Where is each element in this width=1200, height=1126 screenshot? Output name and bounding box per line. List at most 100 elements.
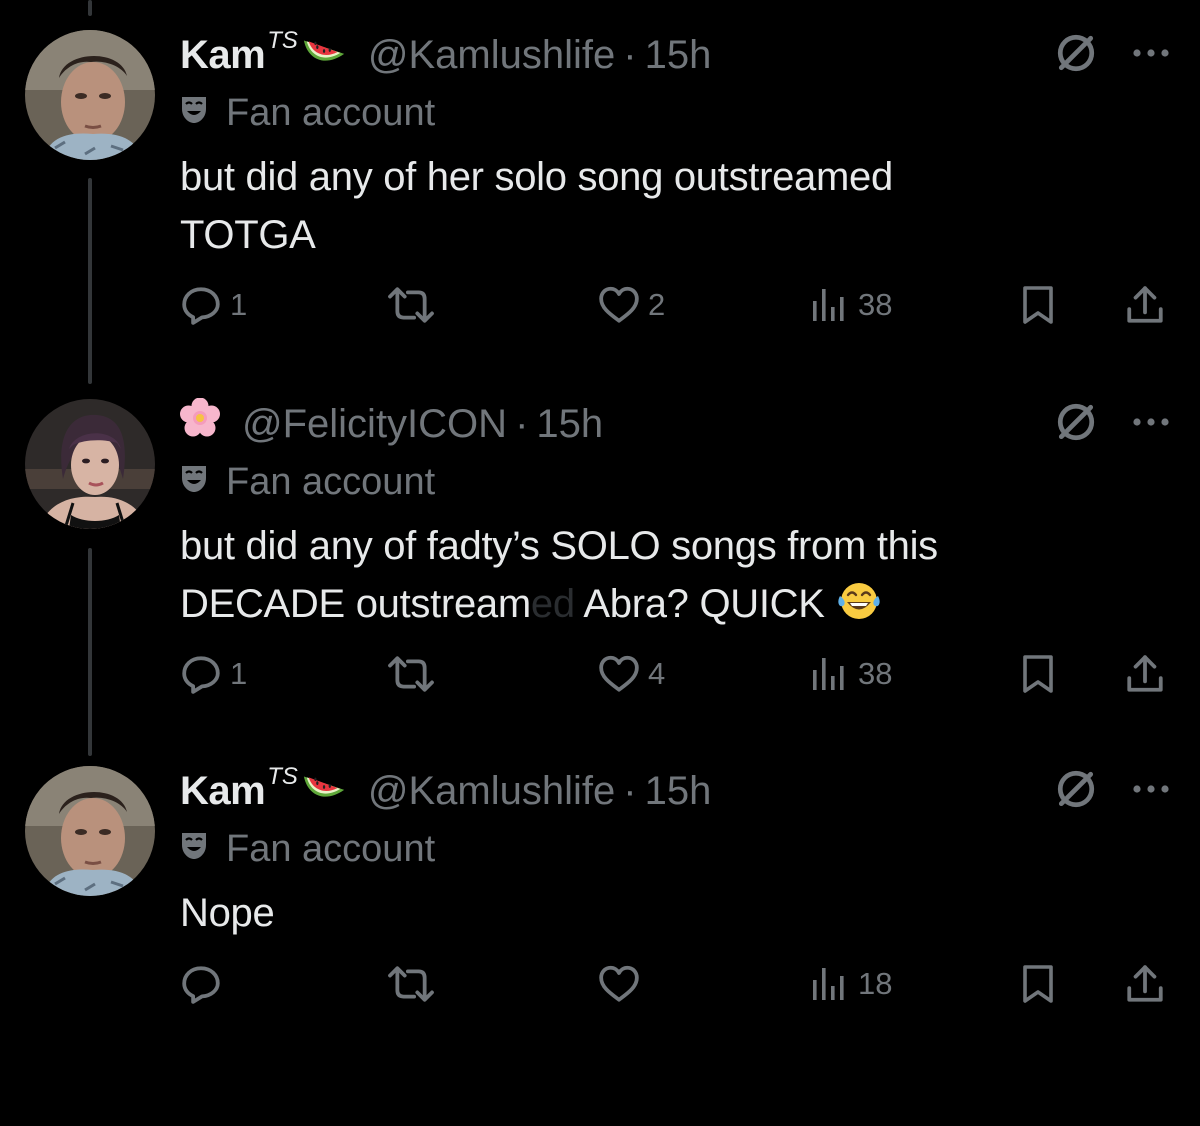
reply-button[interactable]: 1 [180, 280, 247, 330]
theater-mask-icon [180, 461, 208, 504]
avatar-felicity[interactable] [25, 399, 155, 529]
reply-count: 1 [230, 656, 248, 691]
share-button[interactable] [1124, 649, 1166, 699]
badge-label: Fan account [226, 827, 436, 870]
display-name-suffix: TS [267, 763, 298, 790]
theater-mask-icon [180, 828, 208, 871]
tweet-text-segment: Abra? QUICK [574, 582, 825, 626]
repost-icon [385, 284, 437, 326]
bookmark-icon [1018, 653, 1058, 695]
display-name-suffix: TS [267, 27, 298, 54]
heart-icon [598, 284, 640, 326]
tweet-header-actions [1055, 30, 1171, 80]
user-handle[interactable]: @Kamlushlife [368, 30, 615, 80]
tweet-header: @FelicityICON · 15h [180, 399, 603, 449]
views-button[interactable]: 18 [810, 959, 892, 1009]
tweet-1[interactable]: Kam TS @Kamlushlife · 15h Fan account bu… [0, 27, 1200, 390]
bookmark-icon [1018, 284, 1058, 326]
tweet-header-actions [1055, 766, 1171, 816]
reply-button[interactable] [180, 959, 230, 1009]
views-button[interactable]: 38 [810, 280, 892, 330]
share-icon [1124, 284, 1166, 326]
views-icon [810, 964, 850, 1004]
reply-icon [180, 653, 222, 695]
avatar-kam[interactable] [25, 766, 155, 896]
fan-account-badge: Fan account [180, 88, 435, 138]
watermelon-emoji-icon [302, 30, 348, 80]
user-handle[interactable]: @Kamlushlife [368, 766, 615, 816]
timestamp[interactable]: 15h [645, 30, 712, 80]
badge-label: Fan account [226, 460, 436, 503]
bookmark-button[interactable] [1018, 649, 1058, 699]
tweet-3[interactable]: Kam TS @Kamlushlife · 15h Fan account No… [0, 763, 1200, 1126]
separator-dot: · [623, 769, 637, 813]
tweet-text: but did any of her solo song outstreamed… [180, 148, 1160, 264]
tweet-header: Kam TS @Kamlushlife · 15h [180, 27, 712, 80]
mute-icon[interactable] [1055, 768, 1097, 815]
faded-text-segment: ed [530, 582, 575, 626]
more-options-icon[interactable] [1131, 46, 1171, 64]
repost-icon [385, 653, 437, 695]
tweet-text-line: Nope [180, 891, 275, 935]
tweet-text-line: TOTGA [180, 213, 316, 257]
share-icon [1124, 653, 1166, 695]
fan-account-badge: Fan account [180, 457, 435, 507]
like-button[interactable]: 4 [598, 649, 665, 699]
reply-icon [180, 284, 222, 326]
tweet-text-line: but did any of fadty’s SOLO songs from t… [180, 524, 938, 568]
avatar-kam[interactable] [25, 30, 155, 160]
share-button[interactable] [1124, 280, 1166, 330]
separator-dot: · [515, 402, 529, 446]
views-button[interactable]: 38 [810, 649, 892, 699]
view-count: 38 [858, 287, 893, 322]
tweet-text: but did any of fadty’s SOLO songs from t… [180, 517, 1160, 639]
view-count: 38 [858, 656, 893, 691]
timestamp[interactable]: 15h [645, 766, 712, 816]
reply-count: 1 [230, 287, 248, 322]
like-count: 4 [648, 656, 666, 691]
bookmark-button[interactable] [1018, 959, 1058, 1009]
heart-icon [598, 963, 640, 1005]
tweet-actions: 18 [180, 959, 1170, 1009]
display-name[interactable]: Kam [180, 766, 266, 816]
views-icon [810, 654, 850, 694]
user-handle[interactable]: @FelicityICON [242, 399, 507, 449]
bookmark-icon [1018, 963, 1058, 1005]
tweet-header-actions [1055, 399, 1171, 449]
timestamp[interactable]: 15h [536, 399, 603, 449]
laughing-emoji-icon [837, 579, 881, 639]
reply-button[interactable]: 1 [180, 649, 247, 699]
badge-label: Fan account [226, 91, 436, 134]
heart-icon [598, 653, 640, 695]
tweet-text: Nope [180, 884, 1160, 942]
like-button[interactable] [598, 959, 648, 1009]
share-button[interactable] [1124, 959, 1166, 1009]
display-name[interactable]: Kam [180, 30, 266, 80]
mute-icon[interactable] [1055, 32, 1097, 79]
view-count: 18 [858, 966, 893, 1001]
more-options-icon[interactable] [1131, 782, 1171, 800]
repost-button[interactable] [385, 280, 445, 330]
thread-line-top [88, 0, 92, 16]
like-count: 2 [648, 287, 666, 322]
tweet-header: Kam TS @Kamlushlife · 15h [180, 763, 712, 816]
repost-button[interactable] [385, 649, 445, 699]
tweet-text-line: DECADE outstreamed Abra? QUICK [180, 575, 1160, 639]
tweet-text-line: but did any of her solo song outstreamed [180, 155, 893, 199]
like-button[interactable]: 2 [598, 280, 665, 330]
views-icon [810, 285, 850, 325]
tweet-text-segment: DECADE outstream [180, 582, 531, 626]
theater-mask-icon [180, 92, 208, 135]
fan-account-badge: Fan account [180, 824, 435, 874]
tweet-actions: 1 2 38 [180, 280, 1170, 330]
mute-icon[interactable] [1055, 401, 1097, 448]
repost-button[interactable] [385, 959, 445, 1009]
watermelon-emoji-icon [302, 766, 348, 816]
reply-icon [180, 963, 222, 1005]
tweet-2[interactable]: @FelicityICON · 15h Fan account but did … [0, 399, 1200, 759]
cherry-blossom-emoji-icon [180, 398, 220, 450]
separator-dot: · [623, 33, 637, 77]
more-options-icon[interactable] [1131, 415, 1171, 433]
bookmark-button[interactable] [1018, 280, 1058, 330]
tweet-actions: 1 4 38 [180, 649, 1170, 699]
